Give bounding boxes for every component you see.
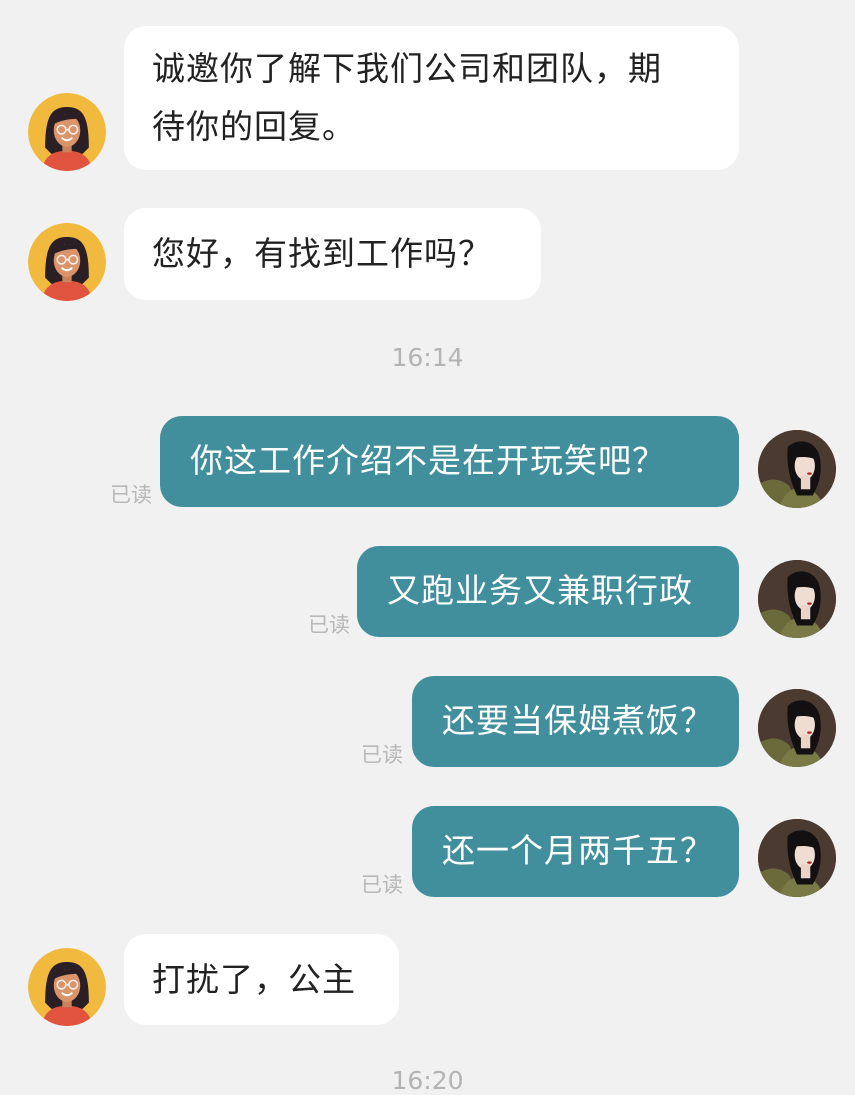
- user-avatar-icon: [758, 430, 836, 508]
- user-avatar[interactable]: [758, 689, 836, 767]
- message-text: 还一个月两千五？: [442, 831, 714, 870]
- message-text: 又跑业务又兼职行政: [387, 571, 693, 610]
- message-text-line: 待你的回复。: [152, 107, 356, 146]
- read-receipt: 已读: [361, 743, 403, 767]
- recruiter-avatar-icon: [28, 93, 106, 171]
- message-text-line: 诚邀你了解下我们公司和团队，期: [152, 49, 662, 88]
- recruiter-avatar[interactable]: [28, 93, 106, 171]
- message-bubble-incoming[interactable]: 打扰了，公主: [124, 934, 399, 1025]
- recruiter-avatar-icon: [28, 223, 106, 301]
- recruiter-avatar[interactable]: [28, 223, 106, 301]
- user-avatar-icon: [758, 560, 836, 638]
- message-bubble-outgoing[interactable]: 你这工作介绍不是在开玩笑吧？: [160, 416, 739, 507]
- message-bubble-outgoing[interactable]: 还要当保姆煮饭？: [412, 676, 739, 767]
- message-bubble-incoming[interactable]: 您好，有找到工作吗？: [124, 208, 541, 300]
- message-bubble-outgoing[interactable]: 还一个月两千五？: [412, 806, 739, 897]
- recruiter-avatar[interactable]: [28, 948, 106, 1026]
- message-text: 打扰了，公主: [152, 960, 356, 999]
- message-text: 你这工作介绍不是在开玩笑吧？: [190, 441, 666, 480]
- read-receipt: 已读: [361, 873, 403, 897]
- message-bubble-incoming[interactable]: 诚邀你了解下我们公司和团队，期 待你的回复。: [124, 26, 739, 170]
- user-avatar-icon: [758, 689, 836, 767]
- user-avatar[interactable]: [758, 430, 836, 508]
- read-receipt: 已读: [308, 613, 350, 637]
- user-avatar-icon: [758, 819, 836, 897]
- message-text: 还要当保姆煮饭？: [442, 701, 714, 740]
- message-text: 您好，有找到工作吗？: [152, 234, 492, 273]
- user-avatar[interactable]: [758, 560, 836, 638]
- timestamp: 16:20: [391, 1066, 464, 1095]
- user-avatar[interactable]: [758, 819, 836, 897]
- timestamp: 16:14: [391, 343, 464, 372]
- message-bubble-outgoing[interactable]: 又跑业务又兼职行政: [357, 546, 739, 637]
- recruiter-avatar-icon: [28, 948, 106, 1026]
- read-receipt: 已读: [110, 483, 152, 507]
